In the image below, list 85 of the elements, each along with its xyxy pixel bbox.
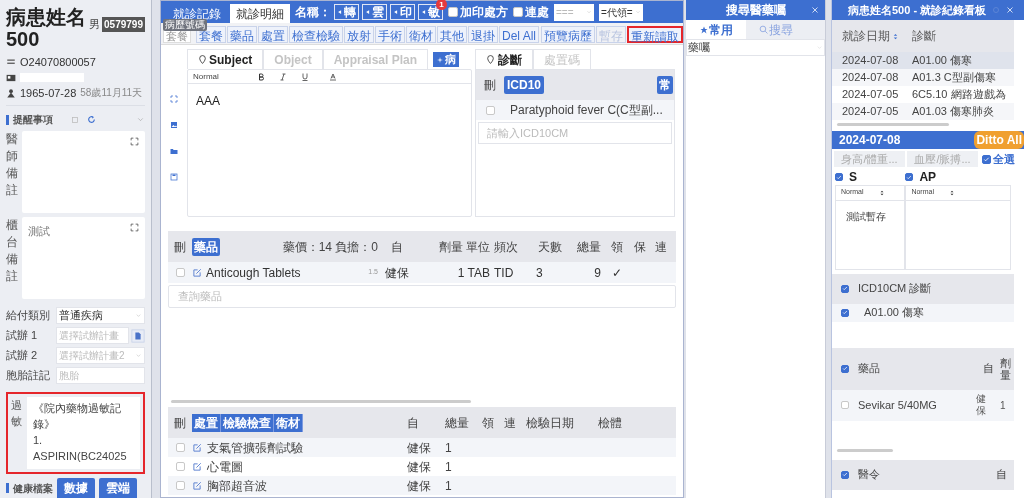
- section-label: 藥品: [858, 361, 881, 377]
- order-name: 支氣管擴張劑試驗: [207, 439, 303, 457]
- field-label: 胞胎註記: [6, 368, 51, 384]
- table-cell-text: 健保: [384, 264, 410, 282]
- column-header: 檢驗日期: [526, 414, 575, 432]
- date-title: 2024-07-08: [839, 132, 901, 149]
- panel-title: 病患姓名500 - 就診紀錄看板: [848, 2, 987, 18]
- age-text: 58歲11月11天: [80, 86, 143, 101]
- column-header: 總量: [445, 414, 470, 432]
- column-header: 劑量: [1000, 356, 1010, 381]
- table-cell-text: 1: [445, 439, 453, 457]
- table-cell-text: 健保: [976, 393, 987, 417]
- table-cell-text: 3: [535, 264, 544, 282]
- column-header: 劑量 單位: [437, 238, 491, 256]
- table-cell-text: TID: [493, 264, 515, 282]
- table-cell-text: 1: [445, 458, 453, 476]
- section-title: 提醒事項: [13, 113, 53, 127]
- order-name: 胸部超音波: [207, 477, 267, 495]
- column-header: 就診日期: [832, 27, 910, 45]
- column-header: 刪: [483, 77, 497, 94]
- diagnosis-text: A01.00 傷寒: [863, 305, 924, 321]
- allergy-text: 《院內藥物過敏記錄》: [33, 401, 122, 432]
- name-label: 名稱：: [295, 4, 331, 21]
- column-header: 刪: [173, 414, 187, 432]
- allergy-text: ASPIRIN(BC24025: [33, 449, 128, 464]
- drug-name: Anticough Tablets: [206, 264, 302, 282]
- table-cell-text: ✓: [610, 264, 623, 282]
- column-header: 頻次: [493, 238, 519, 256]
- checkbox-label: 全選: [993, 152, 1015, 167]
- panel-title: 搜尋醫藥囑: [725, 2, 786, 19]
- column-header: 保: [632, 238, 647, 256]
- column-header: 連: [654, 238, 668, 256]
- order-name: 心電圖: [207, 458, 243, 476]
- note-label: 櫃台備註: [6, 217, 19, 285]
- table-cell-text: 健保: [407, 458, 432, 476]
- column-header: 自: [996, 467, 1008, 483]
- table-cell-text: 1: [1000, 398, 1007, 413]
- table-cell-text: 健保: [407, 477, 432, 495]
- birth-date: 1965-07-28: [20, 85, 77, 101]
- diagnosis-text: Paratyphoid fever C(C型副...: [510, 102, 663, 119]
- checkbox-label: 連處: [525, 4, 549, 21]
- allergy-label: 過敏: [11, 398, 23, 429]
- column-header: 領: [609, 238, 624, 256]
- table-cell-text: 2024-07-08: [841, 70, 900, 86]
- table-cell-text: 健保: [407, 439, 432, 457]
- column-header: 診斷: [911, 28, 936, 45]
- column-header: 自: [390, 238, 404, 256]
- section-label: 醫令: [858, 467, 881, 483]
- column-header: 刪: [173, 238, 187, 256]
- note-text: 測試: [28, 224, 50, 239]
- table-cell-text: 2024-07-05: [841, 104, 900, 120]
- table-cell-text: A01.03 傷寒肺炎: [911, 104, 994, 120]
- record-number: O24070800057: [20, 55, 96, 70]
- field-label: 試辦 1: [6, 328, 39, 344]
- column-header: 自: [981, 361, 995, 377]
- table-cell-text: 1 TAB: [456, 264, 491, 282]
- field-label: 給付類別: [6, 308, 51, 324]
- column-header: 檢體: [598, 414, 623, 432]
- table-cell-text: 1: [445, 477, 453, 495]
- price-summary: 藥價：14 負擔：0: [282, 238, 378, 256]
- table-cell-text: A01.00 傷寒: [911, 53, 972, 69]
- table-cell-text: 2024-07-08: [841, 53, 900, 69]
- note-label: 醫師備註: [6, 131, 19, 199]
- section-title: 健康檔案: [13, 481, 53, 496]
- section-label: ICD10CM 診斷: [858, 281, 933, 297]
- allergy-text: 1.: [33, 433, 44, 448]
- column-header: 自: [407, 414, 420, 432]
- chart-number: 0579799: [102, 16, 145, 32]
- section-label: AP: [919, 169, 937, 186]
- table-cell-text: 6C5.10 網路遊戲為: [911, 87, 1006, 103]
- sex-label: 男: [89, 17, 101, 32]
- field-label: 試辦 2: [6, 348, 39, 364]
- note-text: 測試暫存: [845, 209, 887, 224]
- section-label: S: [849, 169, 857, 186]
- patient-name: 病患姓名500: [6, 6, 87, 50]
- table-cell-text: 9: [593, 264, 602, 282]
- column-header: 連: [504, 414, 517, 432]
- table-cell-text: 2024-07-05: [841, 87, 900, 103]
- drug-name: Sevikar 5/40MG: [858, 397, 938, 413]
- column-header: 領: [482, 414, 495, 432]
- tooltip: 病歷號碼: [163, 19, 207, 31]
- column-header: 天數: [537, 238, 563, 256]
- table-cell-text: A01.3 C型副傷寒: [911, 70, 996, 86]
- checkbox-label: 加印處方: [460, 4, 508, 21]
- column-header: 總量: [576, 238, 602, 256]
